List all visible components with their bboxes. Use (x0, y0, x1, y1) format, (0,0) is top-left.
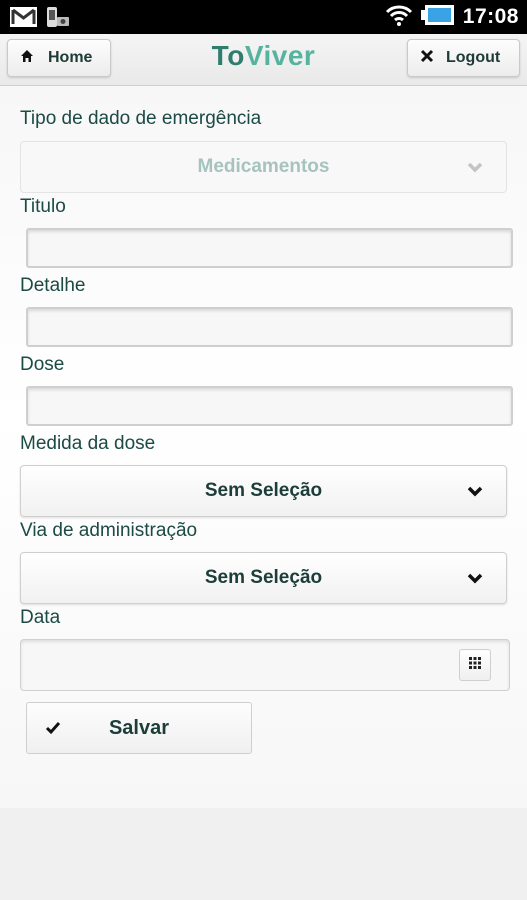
close-icon (420, 49, 434, 68)
check-icon (45, 719, 61, 742)
detalhe-label: Detalhe (20, 275, 86, 296)
battery-icon (420, 3, 455, 32)
tipo-select[interactable]: Medicamentos (20, 141, 507, 193)
status-bar: 17:08 (0, 0, 527, 34)
titulo-input[interactable] (26, 228, 513, 268)
notification-icons (10, 5, 71, 29)
medida-select-value: Sem Seleção (204, 480, 323, 501)
via-select[interactable]: Sem Seleção (20, 552, 507, 604)
via-label: Via de administração (20, 520, 198, 541)
save-button[interactable]: Salvar (26, 702, 252, 754)
tipo-select-value: Medicamentos (197, 156, 330, 177)
chevron-down-icon (466, 158, 484, 176)
chevron-down-icon (466, 482, 484, 500)
clock-time: 17:08 (462, 5, 519, 28)
brand-viver: Viver (244, 40, 316, 71)
footer-area (0, 808, 527, 900)
dose-label: Dose (20, 354, 65, 375)
usb-debug-icon (45, 5, 71, 29)
save-button-label: Salvar (108, 716, 170, 739)
brand-to: To (211, 40, 245, 71)
logout-button[interactable]: Logout (407, 39, 520, 77)
system-icons: 17:08 (385, 3, 519, 31)
calendar-button[interactable] (459, 649, 491, 681)
titulo-label: Titulo (20, 196, 66, 217)
gmail-icon (10, 7, 37, 27)
via-select-value: Sem Seleção (204, 567, 323, 588)
medida-select[interactable]: Sem Seleção (20, 465, 507, 517)
tipo-label: Tipo de dado de emergência (20, 108, 262, 129)
detalhe-input[interactable] (26, 307, 513, 347)
medida-label: Medida da dose (20, 433, 156, 454)
app-header: Home ToViver Logout (0, 34, 527, 86)
date-input[interactable] (20, 639, 510, 691)
dose-input[interactable] (26, 386, 513, 426)
logout-button-label: Logout (446, 49, 501, 66)
wifi-icon (385, 3, 413, 32)
chevron-down-icon (466, 569, 484, 587)
data-label: Data (20, 607, 61, 628)
calendar-grid-icon (469, 656, 481, 674)
